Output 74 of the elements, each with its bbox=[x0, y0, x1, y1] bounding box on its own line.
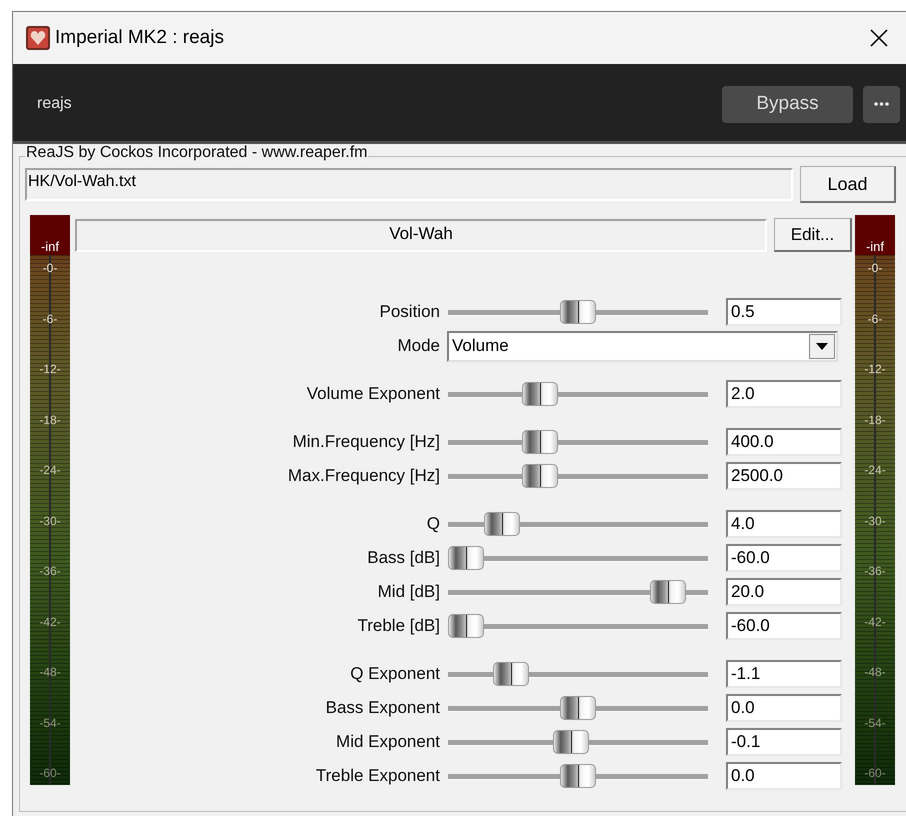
meter-scale-label: -0- bbox=[866, 262, 884, 274]
parameter-label: Q bbox=[426, 513, 440, 536]
plugin-name: reajs bbox=[37, 94, 72, 114]
meter-scale-label: -54- bbox=[863, 716, 887, 728]
meter-scale-label: -42- bbox=[863, 616, 887, 628]
value-field[interactable]: -60.0 bbox=[726, 612, 842, 640]
meter-scale-label: -0- bbox=[42, 262, 58, 274]
parameter-label: Bass Exponent bbox=[324, 697, 440, 720]
parameter-label: Min.Frequency [Hz] bbox=[292, 431, 440, 454]
slider-thumb[interactable] bbox=[560, 764, 596, 788]
meter-scale-label: -42- bbox=[38, 616, 62, 628]
parameter-label: Q Exponent bbox=[349, 663, 440, 686]
meter-scale-label: -18- bbox=[863, 414, 887, 426]
more-icon bbox=[874, 102, 889, 106]
meter-scale-label: -6- bbox=[42, 312, 58, 324]
meter-scale-label: -12- bbox=[38, 363, 62, 375]
meter-scale-label: -24- bbox=[863, 464, 887, 476]
meter-scale-label: -48- bbox=[38, 666, 62, 678]
load-button[interactable]: Load bbox=[800, 166, 896, 203]
slider-thumb[interactable] bbox=[448, 614, 484, 638]
window-title: Imperial MK2 : reajs bbox=[55, 26, 224, 50]
slider-thumb[interactable] bbox=[522, 430, 558, 454]
slider-thumb[interactable] bbox=[448, 546, 484, 570]
slider-thumb[interactable] bbox=[560, 300, 596, 324]
meter-scale-label: -18- bbox=[38, 414, 62, 426]
peak-readout: -inf bbox=[40, 240, 60, 253]
parameter-label: Position bbox=[378, 301, 440, 324]
close-icon bbox=[870, 29, 888, 47]
more-button[interactable] bbox=[863, 86, 900, 122]
meter-scale-label: -12- bbox=[863, 363, 887, 375]
slider-thumb[interactable] bbox=[553, 730, 589, 754]
file-path-field[interactable]: HK/Vol-Wah.txt bbox=[25, 168, 793, 201]
value-field[interactable]: 0.0 bbox=[726, 762, 842, 790]
parameter-label: Volume Exponent bbox=[306, 383, 440, 406]
meter-scale-label: -48- bbox=[863, 666, 887, 678]
slider-thumb[interactable] bbox=[493, 662, 529, 686]
parameter-label: Bass [dB] bbox=[366, 547, 440, 570]
peak-readout: -inf bbox=[866, 240, 884, 253]
edit-button[interactable]: Edit... bbox=[774, 218, 852, 252]
meter-scale-label: -24- bbox=[38, 464, 62, 476]
value-field[interactable]: -1.1 bbox=[726, 660, 842, 688]
value-field[interactable]: 2500.0 bbox=[726, 462, 842, 490]
value-field[interactable]: 400.0 bbox=[726, 428, 842, 456]
parameter-label: Treble Exponent bbox=[314, 765, 440, 788]
parameter-label: Max.Frequency [Hz] bbox=[286, 465, 440, 488]
slider-thumb[interactable] bbox=[650, 580, 686, 604]
slider-thumb[interactable] bbox=[522, 464, 558, 488]
meter-scale-label: -60- bbox=[863, 767, 887, 779]
meter-scale-label: -36- bbox=[38, 565, 62, 577]
group-title: ReaJS by Cockos Incorporated - www.reaper.fm bbox=[25, 145, 368, 161]
effect-name-bar: Vol-Wah bbox=[75, 218, 767, 252]
slider-thumb[interactable] bbox=[560, 696, 596, 720]
meter-scale-label: -36- bbox=[863, 565, 887, 577]
parameter-label: Mid [dB] bbox=[376, 581, 440, 604]
slider-thumb[interactable] bbox=[522, 382, 558, 406]
mode-dropdown[interactable]: Volume bbox=[447, 330, 838, 362]
meter-scale-label: -30- bbox=[38, 514, 62, 526]
meter-scale-label: -30- bbox=[863, 514, 887, 526]
value-field[interactable]: -60.0 bbox=[726, 544, 842, 572]
meter-scale-label: -60- bbox=[38, 767, 62, 779]
value-field[interactable]: 0.5 bbox=[726, 298, 842, 326]
value-field[interactable]: 0.0 bbox=[726, 694, 842, 722]
parameter-label: Mode bbox=[396, 335, 440, 358]
bypass-button[interactable]: Bypass bbox=[722, 86, 853, 122]
value-field[interactable]: 2.0 bbox=[726, 380, 842, 408]
meter-scale-label: -54- bbox=[38, 716, 62, 728]
slider-thumb[interactable] bbox=[484, 512, 520, 536]
value-field[interactable]: -0.1 bbox=[726, 728, 842, 756]
app-logo-icon bbox=[26, 26, 50, 50]
parameter-label: Treble [dB] bbox=[356, 615, 440, 638]
parameter-label: Mid Exponent bbox=[335, 731, 440, 754]
value-field[interactable]: 20.0 bbox=[726, 578, 842, 606]
value-field[interactable]: 4.0 bbox=[726, 510, 842, 538]
meter-scale-label: -6- bbox=[866, 312, 884, 324]
